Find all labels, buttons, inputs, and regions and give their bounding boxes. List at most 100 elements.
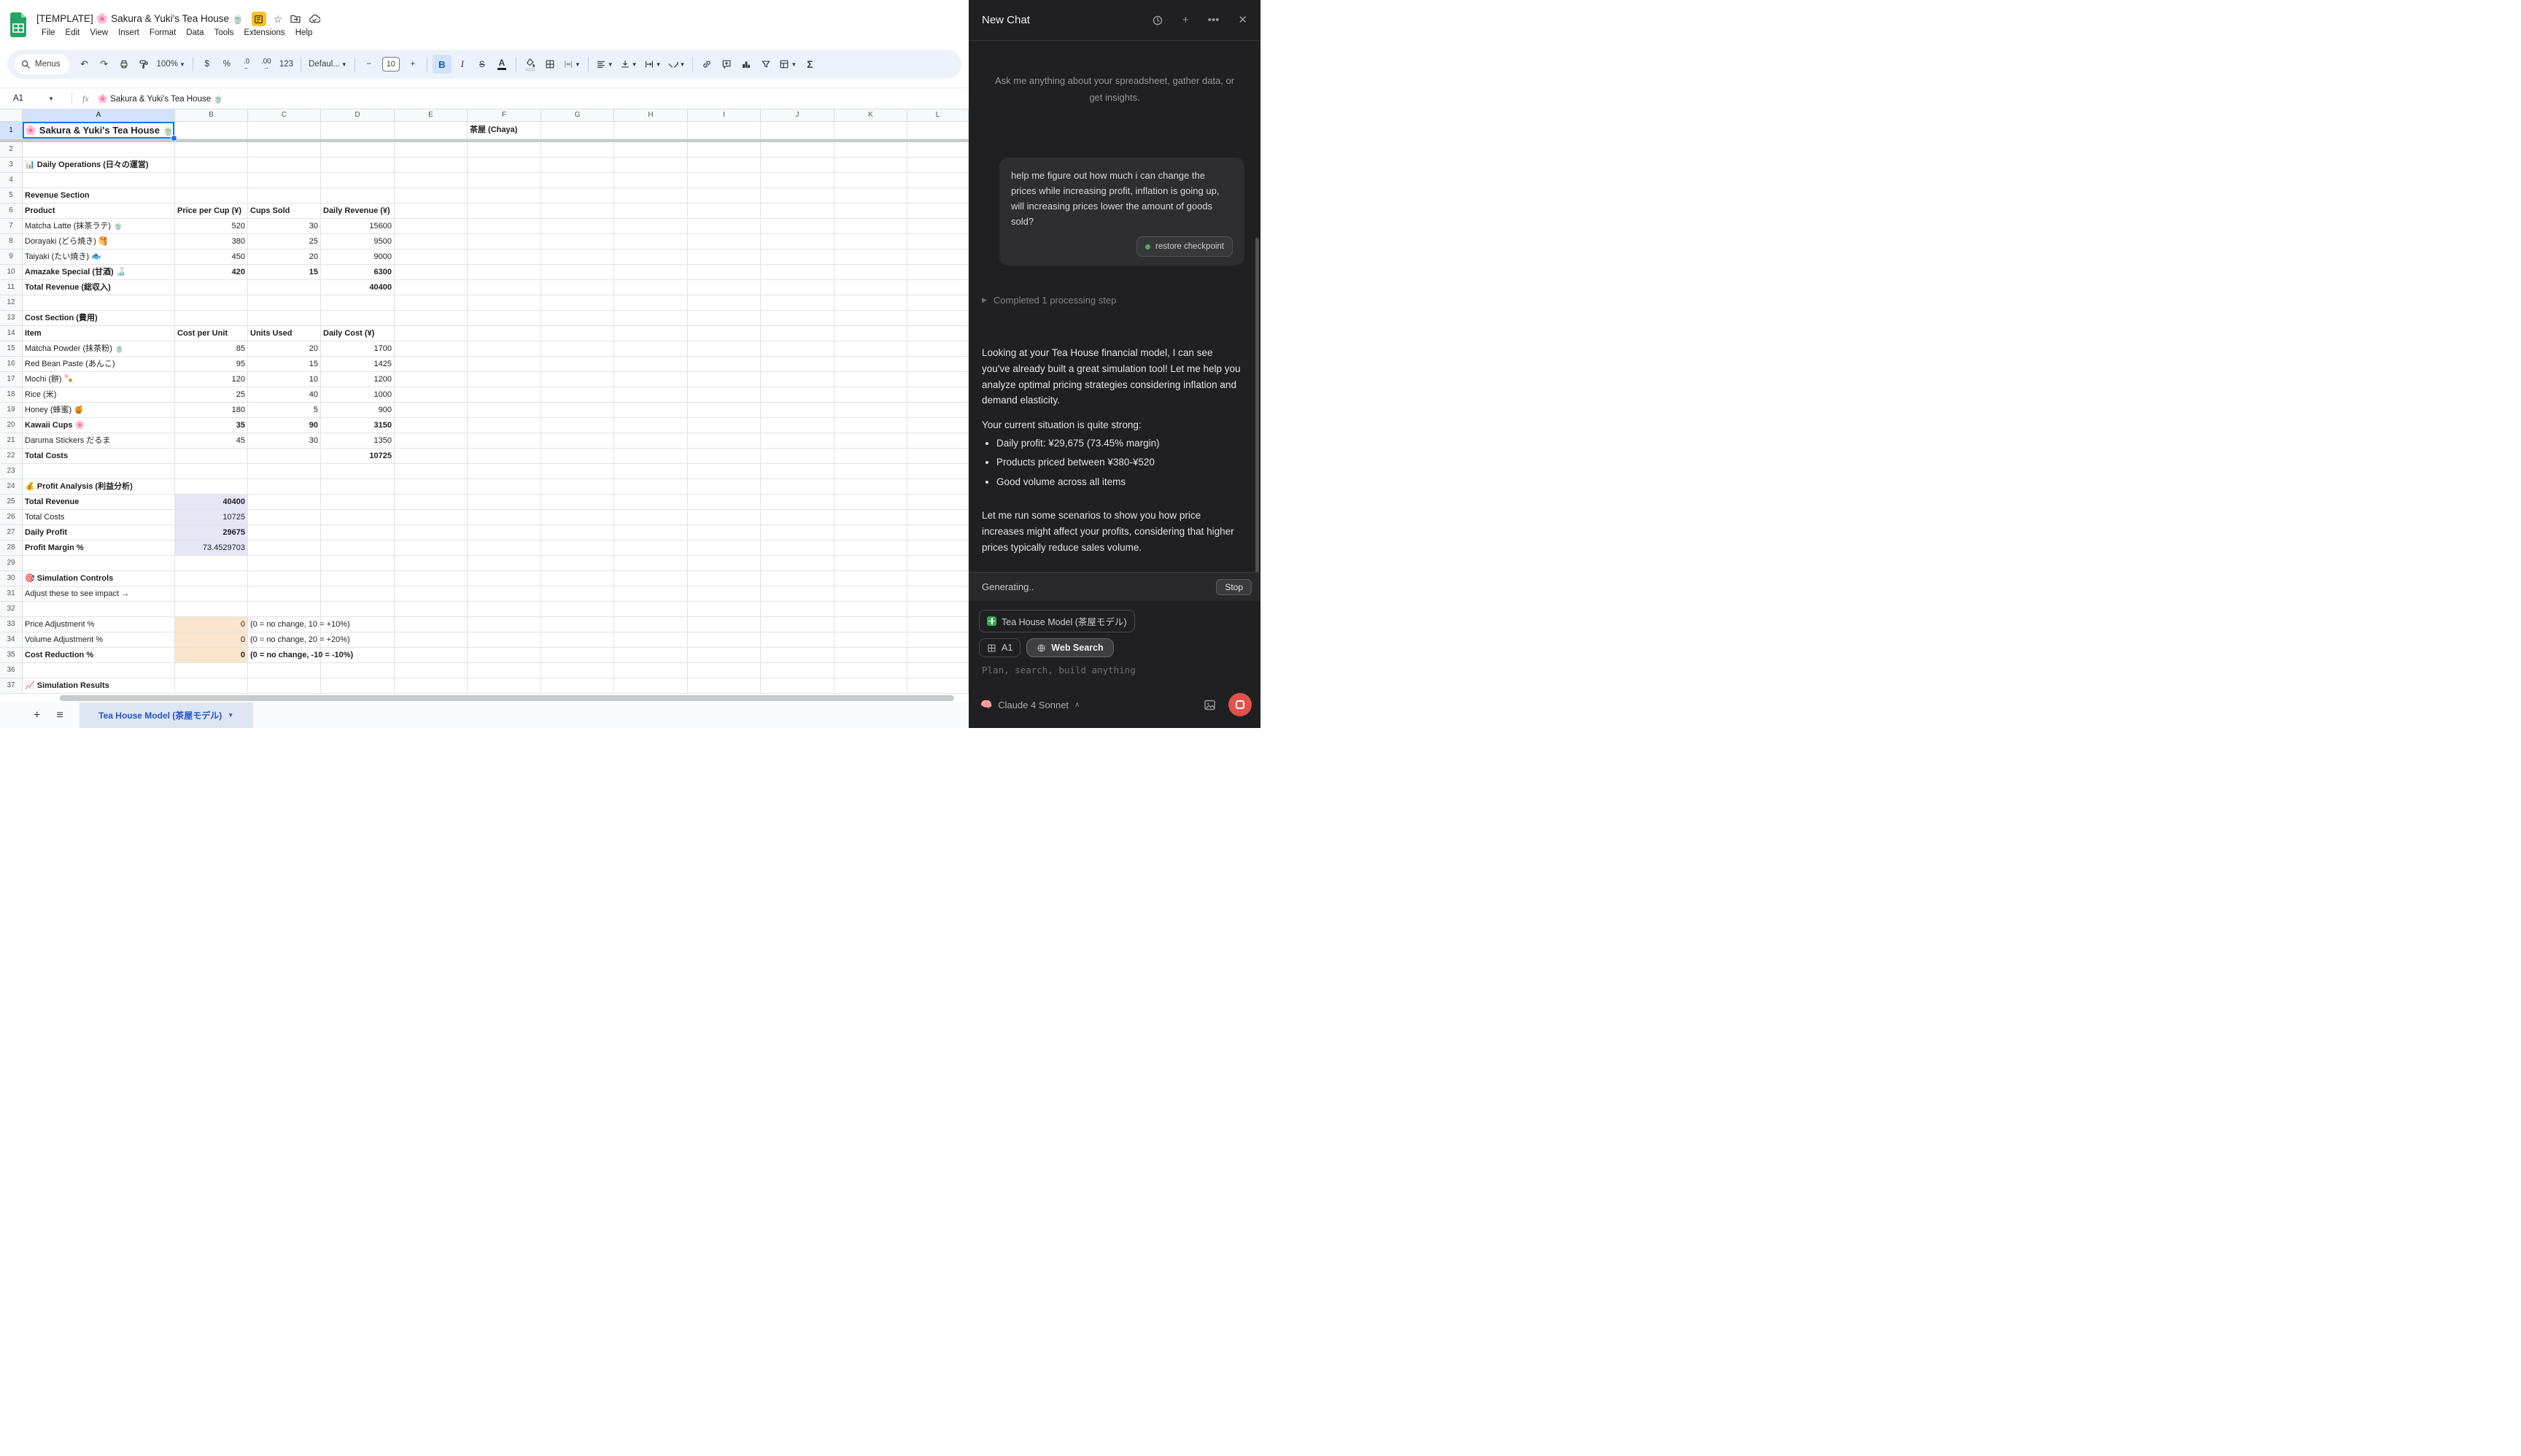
row-header-29[interactable]: 29 [0,556,23,571]
cell-D5[interactable] [321,188,395,204]
cell-F17[interactable] [468,372,541,387]
cell-F4[interactable] [468,173,541,188]
web-search-toggle[interactable]: Web Search [1026,638,1113,657]
cell-J28[interactable] [761,541,834,556]
cell-F28[interactable] [468,541,541,556]
cell-B25[interactable]: 40400 [175,495,248,510]
cell-J1[interactable] [761,122,834,139]
cell-A16[interactable]: Red Bean Paste (あんこ) [23,357,175,372]
cell-G7[interactable] [541,219,614,234]
decrease-decimal-button[interactable]: .0← [238,55,255,74]
restore-checkpoint-button[interactable]: restore checkpoint [1136,236,1233,257]
cell-D10[interactable]: 6300 [321,265,395,280]
cell-I37[interactable] [688,678,761,694]
cell-B14[interactable]: Cost per Unit [175,326,248,341]
increase-decimal-button[interactable]: .00→ [257,55,275,74]
cell-A25[interactable]: Total Revenue [23,495,175,510]
cell-L19[interactable] [907,403,969,418]
cell-B13[interactable] [175,311,248,326]
cell-F36[interactable] [468,663,541,678]
cell-K28[interactable] [834,541,907,556]
cell-B9[interactable]: 450 [175,249,248,265]
cell-I34[interactable] [688,632,761,648]
row-header-24[interactable]: 24 [0,479,23,495]
cell-J24[interactable] [761,479,834,495]
cell-J14[interactable] [761,326,834,341]
row-header-26[interactable]: 26 [0,510,23,525]
cell-K23[interactable] [834,464,907,479]
cell-D16[interactable]: 1425 [321,357,395,372]
font-select[interactable]: Defaul...▼ [306,55,349,74]
cell-C32[interactable] [248,602,321,617]
cell-K19[interactable] [834,403,907,418]
cell-F25[interactable] [468,495,541,510]
cell-I14[interactable] [688,326,761,341]
cell-I12[interactable] [688,295,761,311]
cell-G30[interactable] [541,571,614,586]
cell-I27[interactable] [688,525,761,541]
cell-D12[interactable] [321,295,395,311]
cell-H16[interactable] [614,357,688,372]
vertical-align-button[interactable]: ▼ [618,55,640,74]
cell-I20[interactable] [688,418,761,433]
row-header-10[interactable]: 10 [0,265,23,280]
cell-F18[interactable] [468,387,541,403]
cell-C3[interactable] [248,158,321,173]
menu-1[interactable]: Edit [61,28,85,38]
cell-A24[interactable]: 💰 Profit Analysis (利益分析) [23,479,175,495]
cell-L5[interactable] [907,188,969,204]
cell-B28[interactable]: 73.4529703 [175,541,248,556]
cell-H17[interactable] [614,372,688,387]
cell-I23[interactable] [688,464,761,479]
menu-5[interactable]: Data [181,28,209,38]
cell-B37[interactable] [175,678,248,694]
cell-D1[interactable] [321,122,395,139]
column-header-J[interactable]: J [761,109,834,122]
cell-J19[interactable] [761,403,834,418]
cell-J36[interactable] [761,663,834,678]
cell-G9[interactable] [541,249,614,265]
merge-cells-button[interactable]: ▼ [561,55,583,74]
cell-H37[interactable] [614,678,688,694]
cell-G6[interactable] [541,204,614,219]
cell-D7[interactable]: 15600 [321,219,395,234]
cell-K10[interactable] [834,265,907,280]
cell-H3[interactable] [614,158,688,173]
cell-G15[interactable] [541,341,614,357]
cell-I35[interactable] [688,648,761,663]
cell-D28[interactable] [321,541,395,556]
cell-G33[interactable] [541,617,614,632]
cell-D22[interactable]: 10725 [321,449,395,464]
cell-D26[interactable] [321,510,395,525]
cell-A35[interactable]: Cost Reduction % [23,648,175,663]
cell-I10[interactable] [688,265,761,280]
cell-E12[interactable] [395,295,468,311]
cell-I32[interactable] [688,602,761,617]
cell-E13[interactable] [395,311,468,326]
cell-A27[interactable]: Daily Profit [23,525,175,541]
cell-F16[interactable] [468,357,541,372]
cell-H4[interactable] [614,173,688,188]
cell-H2[interactable] [614,142,688,158]
cell-D30[interactable] [321,571,395,586]
cell-B27[interactable]: 29675 [175,525,248,541]
cell-G35[interactable] [541,648,614,663]
cell-I36[interactable] [688,663,761,678]
cell-H10[interactable] [614,265,688,280]
cell-K22[interactable] [834,449,907,464]
cell-B16[interactable]: 95 [175,357,248,372]
cell-I22[interactable] [688,449,761,464]
cell-J2[interactable] [761,142,834,158]
cell-F26[interactable] [468,510,541,525]
cell-I30[interactable] [688,571,761,586]
cell-E6[interactable] [395,204,468,219]
move-folder-icon[interactable] [290,13,301,25]
formula-input[interactable]: 🌸 Sakura & Yuki's Tea House 🍵 [98,93,224,104]
cell-A20[interactable]: Kawaii Cups 🌸 [23,418,175,433]
cell-J30[interactable] [761,571,834,586]
cell-E4[interactable] [395,173,468,188]
cell-C5[interactable] [248,188,321,204]
undo-button[interactable]: ↶ [76,55,93,74]
cell-F37[interactable] [468,678,541,694]
cell-A28[interactable]: Profit Margin % [23,541,175,556]
